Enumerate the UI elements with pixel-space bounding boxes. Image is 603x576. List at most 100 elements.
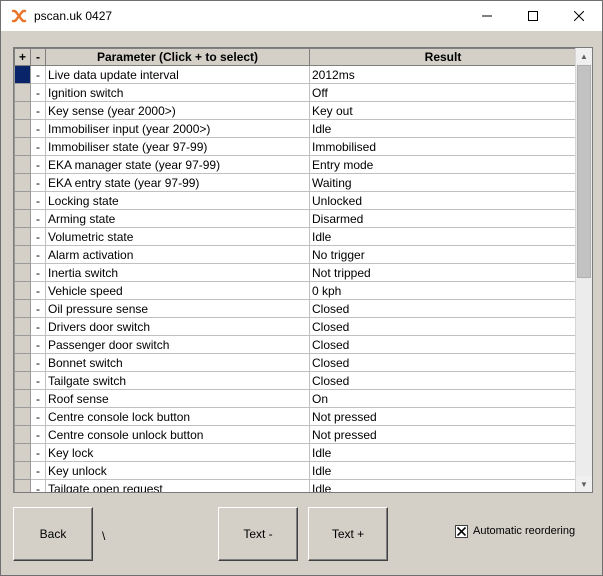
row-toggle-cell[interactable]: - (30, 299, 46, 318)
table-row[interactable]: - Drivers door switch Closed (14, 317, 577, 336)
parameter-cell[interactable]: Inertia switch (45, 263, 310, 282)
row-select-cell[interactable] (14, 353, 31, 372)
row-select-cell[interactable] (14, 227, 31, 246)
row-select-cell[interactable] (14, 101, 31, 120)
row-toggle-cell[interactable]: - (30, 389, 46, 408)
table-row[interactable]: - Key sense (year 2000>) Key out (14, 101, 577, 120)
row-select-cell[interactable] (14, 155, 31, 174)
scrollbar-thumb[interactable] (577, 65, 591, 278)
row-select-cell[interactable] (14, 335, 31, 354)
table-row[interactable]: - Tailgate open request Idle (14, 479, 577, 492)
parameter-cell[interactable]: Oil pressure sense (45, 299, 310, 318)
parameter-cell[interactable]: Locking state (45, 191, 310, 210)
row-select-cell[interactable] (14, 281, 31, 300)
row-select-cell[interactable] (14, 479, 31, 492)
row-select-cell[interactable] (14, 371, 31, 390)
row-toggle-cell[interactable]: - (30, 65, 46, 84)
row-toggle-cell[interactable]: - (30, 245, 46, 264)
parameter-cell[interactable]: Passenger door switch (45, 335, 310, 354)
parameter-grid[interactable]: + - Parameter (Click + to select) Result… (13, 47, 593, 493)
row-toggle-cell[interactable]: - (30, 227, 46, 246)
row-toggle-cell[interactable]: - (30, 209, 46, 228)
parameter-cell[interactable]: Key unlock (45, 461, 310, 480)
scroll-up-button[interactable]: ▲ (576, 48, 592, 64)
table-row[interactable]: - EKA manager state (year 97-99) Entry mod… (14, 155, 577, 174)
row-toggle-cell[interactable]: - (30, 461, 46, 480)
parameter-cell[interactable]: Centre console lock button (45, 407, 310, 426)
parameter-cell[interactable]: Drivers door switch (45, 317, 310, 336)
table-row[interactable]: - Key lock Idle (14, 443, 577, 462)
parameter-cell[interactable]: Key sense (year 2000>) (45, 101, 310, 120)
row-select-cell[interactable] (14, 389, 31, 408)
parameter-cell[interactable]: Live data update interval (45, 65, 310, 84)
parameter-cell[interactable]: Ignition switch (45, 83, 310, 102)
parameter-cell[interactable]: Bonnet switch (45, 353, 310, 372)
table-row[interactable]: - Oil pressure sense Closed (14, 299, 577, 318)
table-row[interactable]: - Centre console unlock button Not pressed (14, 425, 577, 444)
parameter-cell[interactable]: EKA manager state (year 97-99) (45, 155, 310, 174)
row-select-cell[interactable] (14, 173, 31, 192)
row-toggle-cell[interactable]: - (30, 443, 46, 462)
row-toggle-cell[interactable]: - (30, 119, 46, 138)
parameter-cell[interactable]: Volumetric state (45, 227, 310, 246)
row-select-cell[interactable] (14, 191, 31, 210)
row-select-cell[interactable] (14, 209, 31, 228)
header-minus-toggle[interactable]: - (30, 48, 46, 66)
row-select-cell[interactable] (14, 461, 31, 480)
row-toggle-cell[interactable]: - (30, 263, 46, 282)
parameter-cell[interactable]: Alarm activation (45, 245, 310, 264)
back-button[interactable]: Back (13, 507, 93, 561)
parameter-cell[interactable]: Vehicle speed (45, 281, 310, 300)
table-row[interactable]: - Centre console lock button Not pressed (14, 407, 577, 426)
row-toggle-cell[interactable]: - (30, 155, 46, 174)
table-row[interactable]: - Roof sense On (14, 389, 577, 408)
parameter-cell[interactable]: Tailgate switch (45, 371, 310, 390)
header-parameter[interactable]: Parameter (Click + to select) (45, 48, 310, 66)
row-select-cell[interactable] (14, 83, 31, 102)
auto-reorder-checkbox[interactable] (455, 525, 468, 538)
row-select-cell[interactable] (14, 245, 31, 264)
row-select-cell[interactable] (14, 299, 31, 318)
parameter-cell[interactable]: Key lock (45, 443, 310, 462)
parameter-cell[interactable]: Immobiliser input (year 2000>) (45, 119, 310, 138)
table-row[interactable]: - Alarm activation No trigger (14, 245, 577, 264)
row-select-cell[interactable] (14, 317, 31, 336)
row-toggle-cell[interactable]: - (30, 173, 46, 192)
header-result[interactable]: Result (309, 48, 577, 66)
table-row[interactable]: - Vehicle speed 0 kph (14, 281, 577, 300)
table-row[interactable]: - Arming state Disarmed (14, 209, 577, 228)
row-toggle-cell[interactable]: - (30, 425, 46, 444)
row-toggle-cell[interactable]: - (30, 137, 46, 156)
table-row[interactable]: - Immobiliser state (year 97-99) Immobilis… (14, 137, 577, 156)
table-row[interactable]: - Bonnet switch Closed (14, 353, 577, 372)
row-toggle-cell[interactable]: - (30, 371, 46, 390)
row-toggle-cell[interactable]: - (30, 335, 46, 354)
row-select-cell[interactable] (14, 425, 31, 444)
row-toggle-cell[interactable]: - (30, 353, 46, 372)
row-toggle-cell[interactable]: - (30, 317, 46, 336)
table-row[interactable]: - Passenger door switch Closed (14, 335, 577, 354)
table-row[interactable]: - Live data update interval 2012ms (14, 65, 577, 84)
row-select-cell[interactable] (14, 119, 31, 138)
row-select-cell[interactable] (14, 407, 31, 426)
row-select-cell[interactable] (14, 65, 31, 84)
parameter-cell[interactable]: Centre console unlock button (45, 425, 310, 444)
row-select-cell[interactable] (14, 263, 31, 282)
table-row[interactable]: - Inertia switch Not tripped (14, 263, 577, 282)
parameter-cell[interactable]: Arming state (45, 209, 310, 228)
row-toggle-cell[interactable]: - (30, 83, 46, 102)
table-row[interactable]: - Ignition switch Off (14, 83, 577, 102)
row-toggle-cell[interactable]: - (30, 479, 46, 492)
header-plus-toggle[interactable]: + (14, 48, 31, 66)
table-row[interactable]: - Key unlock Idle (14, 461, 577, 480)
minimize-button[interactable] (464, 1, 510, 31)
table-row[interactable]: - Locking state Unlocked (14, 191, 577, 210)
row-toggle-cell[interactable]: - (30, 101, 46, 120)
vertical-scrollbar[interactable]: ▲ ▼ (575, 48, 592, 492)
scroll-down-button[interactable]: ▼ (576, 476, 592, 492)
row-toggle-cell[interactable]: - (30, 191, 46, 210)
auto-reorder-label[interactable]: Automatic reordering (473, 525, 575, 537)
parameter-cell[interactable]: Immobiliser state (year 97-99) (45, 137, 310, 156)
maximize-button[interactable] (510, 1, 556, 31)
parameter-cell[interactable]: EKA entry state (year 97-99) (45, 173, 310, 192)
